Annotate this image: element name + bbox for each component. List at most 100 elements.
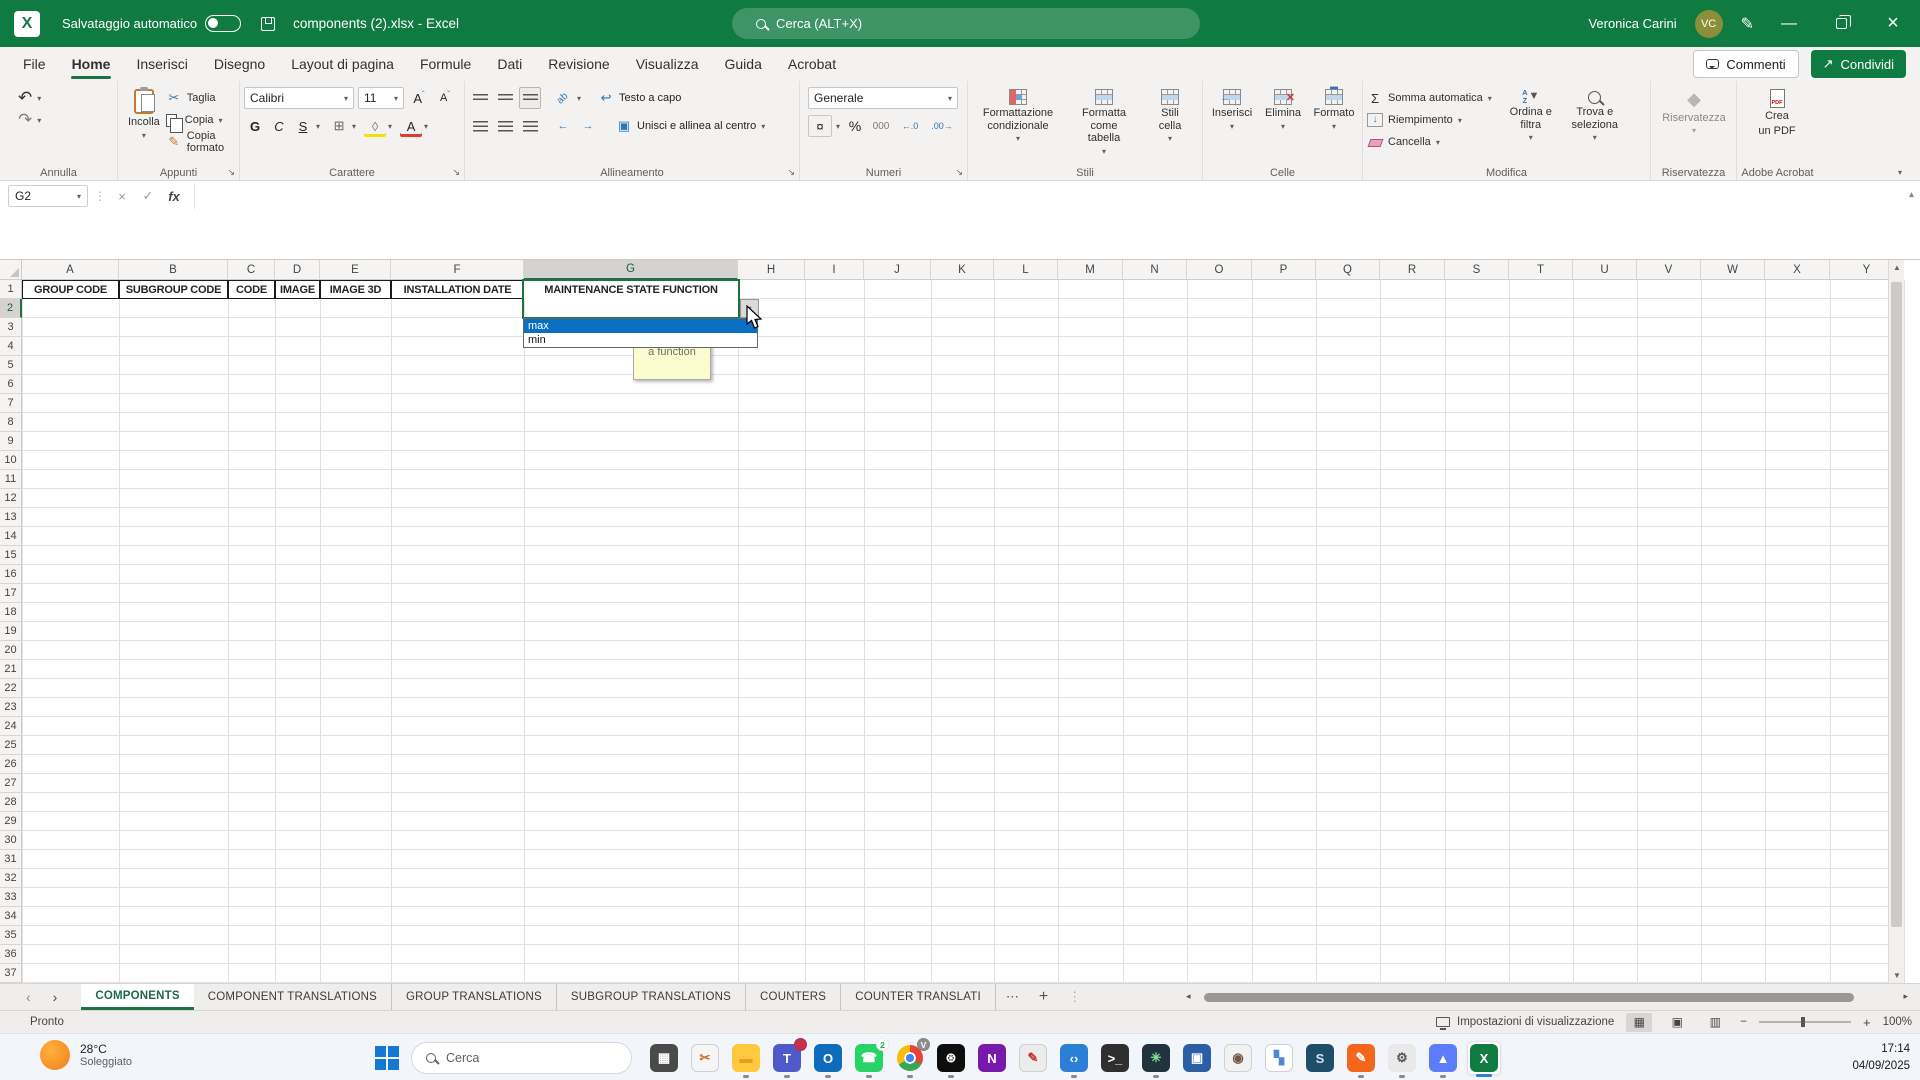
- menu-tab-guida[interactable]: Guida: [712, 47, 775, 81]
- row-header-23[interactable]: 23: [0, 698, 22, 717]
- chevron-down-icon[interactable]: ▾: [37, 116, 41, 125]
- decrease-decimal-button[interactable]: .00→: [928, 115, 956, 137]
- sql-tool-icon[interactable]: S: [1303, 1041, 1337, 1075]
- avatar[interactable]: VC: [1695, 10, 1723, 38]
- row-header-35[interactable]: 35: [0, 926, 22, 945]
- menu-tab-formule[interactable]: Formule: [407, 47, 484, 81]
- name-box[interactable]: G2▾: [8, 185, 88, 207]
- wrap-text-button[interactable]: ↩ Testo a capo: [598, 90, 681, 106]
- row-header-14[interactable]: 14: [0, 527, 22, 546]
- align-top-button[interactable]: [469, 87, 491, 109]
- row-header-32[interactable]: 32: [0, 869, 22, 888]
- row-header-17[interactable]: 17: [0, 584, 22, 603]
- row-header-33[interactable]: 33: [0, 888, 22, 907]
- chevron-down-icon[interactable]: ▾: [316, 122, 320, 131]
- onenote-icon[interactable]: N: [975, 1041, 1009, 1075]
- row-header-10[interactable]: 10: [0, 451, 22, 470]
- normal-view-button[interactable]: ▦: [1626, 1013, 1652, 1032]
- column-header-q[interactable]: Q: [1316, 260, 1380, 280]
- column-header-t[interactable]: T: [1509, 260, 1573, 280]
- orange-pen-app-icon[interactable]: ✎: [1344, 1041, 1378, 1075]
- row-header-12[interactable]: 12: [0, 489, 22, 508]
- row-header-25[interactable]: 25: [0, 736, 22, 755]
- copy-button[interactable]: Copia▾: [166, 109, 235, 131]
- row-header-26[interactable]: 26: [0, 755, 22, 774]
- vertical-scrollbar[interactable]: ▲ ▼: [1888, 260, 1904, 983]
- column-header-w[interactable]: W: [1701, 260, 1765, 280]
- column-header-r[interactable]: R: [1380, 260, 1445, 280]
- scroll-right-icon[interactable]: ▸: [1903, 991, 1908, 1002]
- header-cell-subgroup-code[interactable]: SUBGROUP CODE: [119, 280, 228, 299]
- zoom-in-button[interactable]: +: [1863, 1015, 1871, 1030]
- fill-button[interactable]: ↓Riempimento▾: [1367, 109, 1492, 131]
- fill-color-button[interactable]: ◊: [364, 118, 386, 134]
- menu-tab-inserisci[interactable]: Inserisci: [123, 47, 200, 81]
- horizontal-scrollbar[interactable]: ◂ ▸: [1178, 993, 1890, 1002]
- merge-center-button[interactable]: ▣ Unisci e allinea al centro ▾: [616, 118, 765, 134]
- weather-widget[interactable]: 28°C Soleggiato: [40, 1040, 132, 1070]
- column-header-d[interactable]: D: [275, 260, 320, 280]
- row-header-15[interactable]: 15: [0, 546, 22, 565]
- comma-style-button[interactable]: 000: [870, 115, 892, 137]
- menu-tab-revisione[interactable]: Revisione: [535, 47, 622, 81]
- column-header-k[interactable]: K: [931, 260, 994, 280]
- formula-input[interactable]: [194, 183, 1920, 209]
- align-center-button[interactable]: [494, 115, 516, 137]
- row-header-21[interactable]: 21: [0, 660, 22, 679]
- align-right-button[interactable]: [519, 115, 541, 137]
- scroll-up-icon[interactable]: ▲: [1889, 263, 1905, 272]
- delete-cells-button[interactable]: ✕ Elimina ▾: [1259, 87, 1307, 162]
- excel-app-icon[interactable]: X: [14, 11, 40, 37]
- header-cell-image-3d[interactable]: IMAGE 3D: [320, 280, 391, 299]
- clear-button[interactable]: Cancella▾: [1367, 131, 1492, 153]
- decrease-indent-button[interactable]: ←: [552, 115, 574, 137]
- column-header-c[interactable]: C: [228, 260, 275, 280]
- taskbar-search[interactable]: Cerca: [411, 1042, 632, 1074]
- whatsapp-icon[interactable]: ☎2: [852, 1041, 886, 1075]
- outlook-icon[interactable]: O: [811, 1041, 845, 1075]
- header-cell-code[interactable]: CODE: [228, 280, 275, 299]
- row-header-11[interactable]: 11: [0, 470, 22, 489]
- menu-tab-dati[interactable]: Dati: [484, 47, 535, 81]
- menu-tab-home[interactable]: Home: [59, 47, 124, 81]
- row-header-6[interactable]: 6: [0, 375, 22, 394]
- gimp-icon[interactable]: ◉: [1221, 1041, 1255, 1075]
- shrink-font-button[interactable]: Aˇ: [434, 87, 456, 109]
- column-header-a[interactable]: A: [22, 260, 119, 280]
- column-header-g[interactable]: G: [524, 260, 738, 280]
- sort-filter-button[interactable]: AZ▼ Ordina e filtra ▾: [1500, 87, 1562, 162]
- task-view-icon[interactable]: ▦: [647, 1041, 681, 1075]
- photos-icon[interactable]: ▲: [1426, 1041, 1460, 1075]
- mobaxterm-icon[interactable]: ✳: [1139, 1041, 1173, 1075]
- vertical-scroll-thumb[interactable]: [1891, 282, 1902, 927]
- row-header-18[interactable]: 18: [0, 603, 22, 622]
- cancel-entry-icon[interactable]: ×: [112, 186, 132, 206]
- create-pdf-button[interactable]: Crea un PDF: [1741, 87, 1813, 139]
- select-all-corner[interactable]: [0, 260, 22, 280]
- row-header-24[interactable]: 24: [0, 717, 22, 736]
- sheet-tab-group-translations[interactable]: GROUP TRANSLATIONS: [392, 984, 557, 1010]
- dialog-launcher-icon[interactable]: ↘: [787, 167, 795, 178]
- autosave-toggle[interactable]: [205, 15, 241, 32]
- column-header-m[interactable]: M: [1058, 260, 1123, 280]
- chevron-down-icon[interactable]: ▾: [424, 122, 428, 131]
- align-middle-button[interactable]: [494, 87, 516, 109]
- column-header-s[interactable]: S: [1445, 260, 1509, 280]
- excel-taskbar-icon[interactable]: X: [1467, 1041, 1501, 1075]
- row-header-37[interactable]: 37: [0, 964, 22, 983]
- pen-icon[interactable]: ✎: [1741, 14, 1754, 34]
- clock[interactable]: 17:14 04/09/2025: [1852, 1041, 1910, 1074]
- column-header-j[interactable]: J: [864, 260, 931, 280]
- underline-button[interactable]: S: [292, 115, 314, 137]
- file-explorer-icon[interactable]: ▬: [729, 1041, 763, 1075]
- snipping-tool-icon[interactable]: ✂: [688, 1041, 722, 1075]
- pixel-app-icon[interactable]: ▚: [1262, 1041, 1296, 1075]
- sheet-tab-subgroup-translations[interactable]: SUBGROUP TRANSLATIONS: [557, 984, 746, 1010]
- column-header-p[interactable]: P: [1252, 260, 1316, 280]
- page-layout-view-button[interactable]: ▣: [1664, 1013, 1690, 1032]
- row-header-9[interactable]: 9: [0, 432, 22, 451]
- align-left-button[interactable]: [469, 115, 491, 137]
- accounting-format-button[interactable]: ¤: [808, 115, 832, 137]
- column-header-f[interactable]: F: [391, 260, 524, 280]
- chevron-down-icon[interactable]: ▾: [836, 122, 840, 131]
